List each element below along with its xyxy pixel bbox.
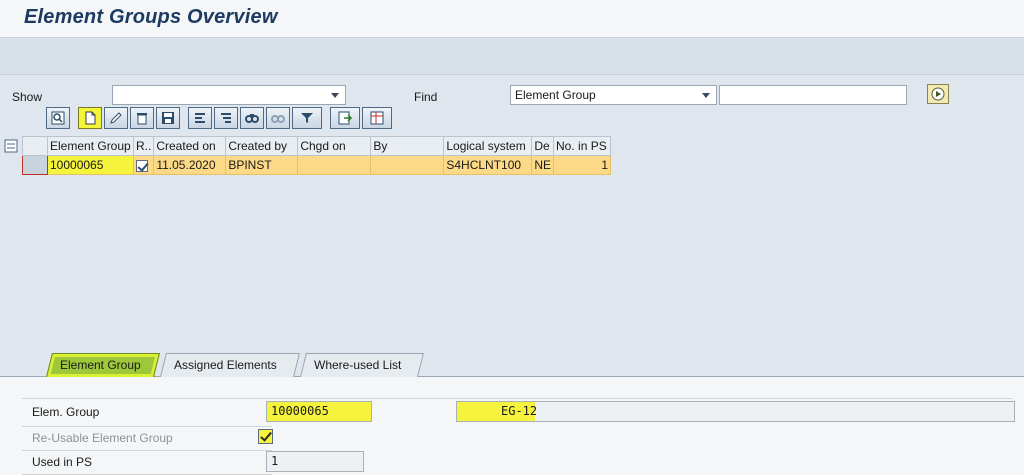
column-header[interactable]: No. in PS xyxy=(553,136,612,156)
reusable-checkbox[interactable] xyxy=(258,429,273,444)
sort-ascending-button[interactable] xyxy=(188,107,212,129)
details-button[interactable] xyxy=(46,107,70,129)
change-icon xyxy=(110,112,122,124)
layout-icon xyxy=(370,111,384,125)
logical-system-cell: S4HCLNT100 xyxy=(443,155,533,175)
tab-element-group[interactable]: Element Group xyxy=(46,353,160,377)
delete-button[interactable] xyxy=(130,107,154,129)
find-next-button[interactable] xyxy=(266,107,290,129)
used-in-ps-field[interactable]: 1 xyxy=(266,451,364,472)
number-in-ps-cell: 1 xyxy=(553,155,612,175)
changed-on-cell xyxy=(297,155,372,175)
details-icon xyxy=(51,111,65,125)
find-dropdown[interactable]: Element Group xyxy=(510,85,717,105)
sort-descending-icon xyxy=(221,113,231,123)
elem-group-field[interactable]: 10000065 xyxy=(266,401,372,422)
reusable-checkbox xyxy=(136,159,148,172)
changed-by-cell xyxy=(370,155,445,175)
row-selector[interactable] xyxy=(22,155,48,175)
grid-toolbar xyxy=(46,107,392,131)
tab-strip: Element Group Assigned Elements Where-us… xyxy=(0,351,1024,377)
export-button[interactable] xyxy=(330,107,360,129)
divider xyxy=(22,426,272,427)
chevron-down-icon xyxy=(702,93,710,98)
layout-button[interactable] xyxy=(362,107,392,129)
elem-group-description-text: EG-12 xyxy=(501,404,538,418)
column-header[interactable]: Chgd on xyxy=(297,136,372,156)
tab-where-used-list[interactable]: Where-used List xyxy=(300,353,424,377)
tab-label: Element Group xyxy=(59,358,141,372)
sort-ascending-icon xyxy=(195,113,205,123)
create-button[interactable] xyxy=(78,107,102,129)
created-on-cell: 11.05.2020 xyxy=(153,155,227,175)
description-cell: NE xyxy=(531,155,555,175)
elem-group-label: Elem. Group xyxy=(32,405,100,419)
create-icon xyxy=(85,111,96,125)
application-toolbar xyxy=(0,37,1024,75)
column-header[interactable]: De xyxy=(531,136,555,156)
tab-label: Where-used List xyxy=(313,358,402,372)
save-icon xyxy=(162,112,174,124)
created-by-cell: BPINST xyxy=(225,155,299,175)
column-header[interactable]: R.. xyxy=(132,136,155,156)
title-bar: Element Groups Overview xyxy=(0,0,1024,37)
sort-descending-button[interactable] xyxy=(214,107,238,129)
tab-assigned-elements[interactable]: Assigned Elements xyxy=(160,353,300,377)
find-label: Find xyxy=(414,90,438,104)
show-label: Show xyxy=(12,90,43,104)
element-group-cell[interactable]: 10000065 xyxy=(47,155,134,175)
column-header[interactable]: Logical system xyxy=(443,136,533,156)
tab-label: Assigned Elements xyxy=(173,358,277,372)
page-title: Element Groups Overview xyxy=(24,6,278,28)
filter-icon xyxy=(301,113,313,123)
reusable-cell xyxy=(132,155,155,175)
used-in-ps-label: Used in PS xyxy=(32,455,93,469)
find-button[interactable] xyxy=(240,107,264,129)
delete-icon xyxy=(137,113,147,125)
show-dropdown[interactable] xyxy=(112,85,346,105)
divider xyxy=(22,450,272,451)
export-icon xyxy=(338,111,353,125)
row-selector-header[interactable] xyxy=(22,136,48,156)
find-input[interactable] xyxy=(719,85,907,105)
table-row[interactable]: 10000065 11.05.2020 BPINST S4HCLNT100 NE… xyxy=(22,155,612,175)
execute-find-button[interactable] xyxy=(927,84,949,104)
find-next-icon xyxy=(271,115,285,123)
column-header[interactable]: Created by xyxy=(225,136,299,156)
reusable-label: Re-Usable Element Group xyxy=(32,431,173,445)
select-all-icon[interactable] xyxy=(4,139,18,153)
find-icon xyxy=(245,114,259,123)
column-header[interactable]: Element Group xyxy=(47,136,134,156)
elem-group-description-field[interactable]: EG-12 xyxy=(456,401,1015,422)
element-groups-table: Element Group R.. Created on Created by … xyxy=(22,136,612,175)
execute-icon xyxy=(931,87,945,101)
chevron-down-icon xyxy=(331,93,339,98)
column-header[interactable]: By xyxy=(370,136,445,156)
filter-button[interactable] xyxy=(292,107,322,129)
save-button[interactable] xyxy=(156,107,180,129)
find-dropdown-value: Element Group xyxy=(515,88,596,102)
divider xyxy=(22,398,1012,399)
column-header[interactable]: Created on xyxy=(153,136,227,156)
change-button[interactable] xyxy=(104,107,128,129)
